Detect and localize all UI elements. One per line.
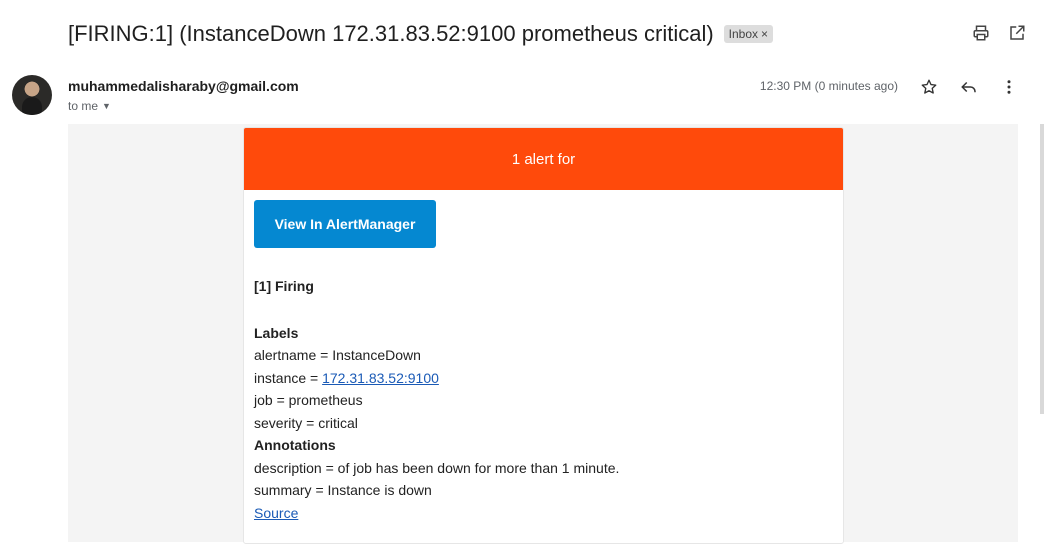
message-timestamp: 12:30 PM (0 minutes ago) <box>759 79 898 93</box>
source-link[interactable]: Source <box>254 505 298 521</box>
label-instance-prefix: instance = <box>254 369 323 386</box>
alert-banner-text: 1 alert for <box>511 150 576 168</box>
label-alertname: alertname = InstanceDown <box>254 347 421 363</box>
instance-link[interactable]: 172.31.83.52:9100 <box>322 370 439 386</box>
annotations-heading: Annotations <box>254 437 336 453</box>
recipient-label: to me <box>68 99 99 113</box>
chevron-down-icon: ▼ <box>102 101 111 111</box>
reply-icon[interactable] <box>958 76 980 98</box>
annotation-description: description = of job has been down for m… <box>254 459 620 476</box>
label-severity: severity = critical <box>254 414 358 431</box>
inbox-label-chip[interactable]: Inbox × <box>723 25 774 43</box>
annotation-summary: summary = Instance is down <box>254 482 432 498</box>
thread-actions <box>970 22 1028 44</box>
alert-card: 1 alert for View In AlertManager [1] Fir… <box>243 127 844 544</box>
alert-body: View In AlertManager [1] Firing Labels a… <box>244 190 843 534</box>
scrollbar[interactable] <box>1040 124 1044 414</box>
open-in-new-window-icon[interactable] <box>1006 22 1028 44</box>
sender-email[interactable]: muhammedalisharaby@gmail.com <box>68 78 299 94</box>
print-icon[interactable] <box>970 22 992 44</box>
firing-heading: [1] Firing <box>254 278 314 294</box>
email-subject: [FIRING:1] (InstanceDown 172.31.83.52:91… <box>68 18 774 50</box>
sender-avatar[interactable] <box>12 75 52 115</box>
message-actions <box>918 76 1020 98</box>
subject-title: [FIRING:1] (InstanceDown 172.31.83.52:91… <box>68 21 714 46</box>
labels-heading: Labels <box>254 325 299 341</box>
inbox-label-text: Inbox <box>728 27 759 41</box>
alert-banner: 1 alert for <box>244 128 843 190</box>
label-instance: instance = 172.31.83.52:9100 <box>254 367 833 390</box>
label-job: job = prometheus <box>254 392 363 408</box>
recipient-details-toggle[interactable]: to me ▼ <box>68 99 111 113</box>
more-vert-icon[interactable] <box>998 76 1020 98</box>
view-in-alertmanager-button[interactable]: View In AlertManager <box>254 200 436 248</box>
remove-label-icon[interactable]: × <box>761 27 768 41</box>
star-icon[interactable] <box>918 76 940 98</box>
